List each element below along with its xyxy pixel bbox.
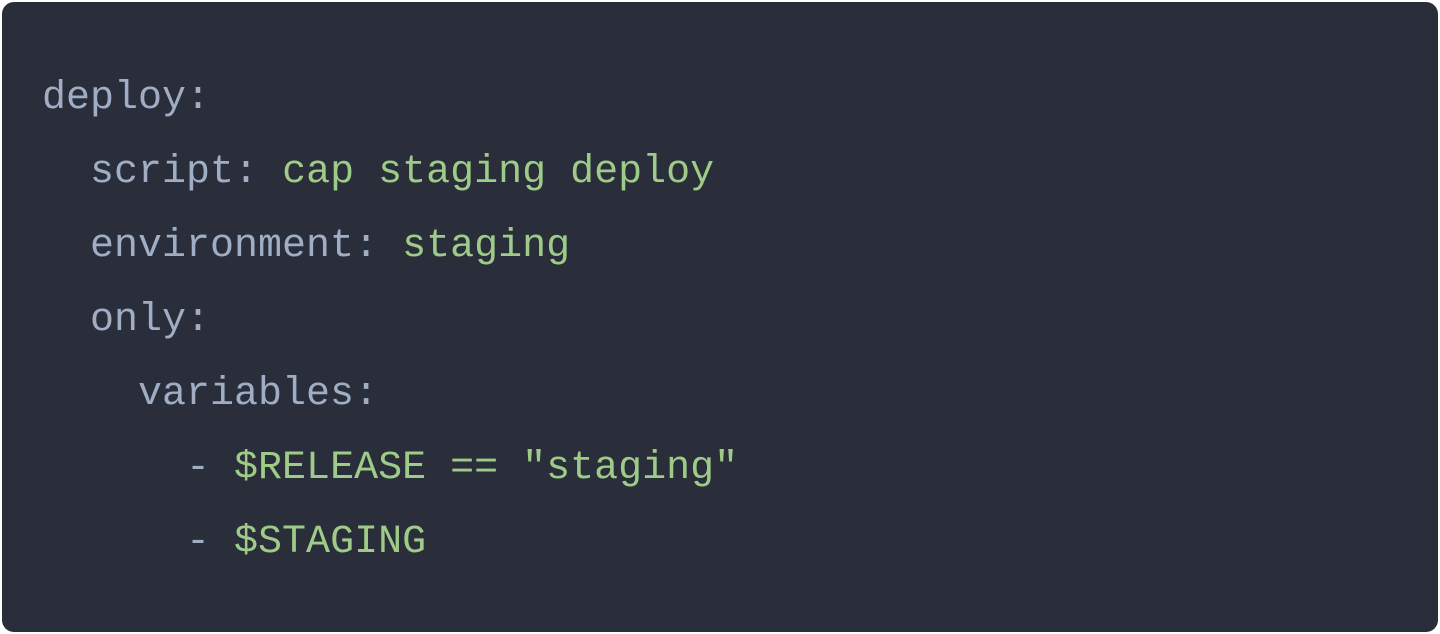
code-line: script: cap staging deploy <box>42 136 1398 210</box>
code-line: only: <box>42 284 1398 358</box>
code-block: deploy: script: cap staging deploy envir… <box>2 2 1438 632</box>
code-content: deploy: script: cap staging deploy envir… <box>42 62 1398 580</box>
code-line: variables: <box>42 358 1398 432</box>
code-line: deploy: <box>42 62 1398 136</box>
code-line: environment: staging <box>42 210 1398 284</box>
code-line: - $RELEASE == "staging" <box>42 432 1398 506</box>
code-line: - $STAGING <box>42 506 1398 580</box>
